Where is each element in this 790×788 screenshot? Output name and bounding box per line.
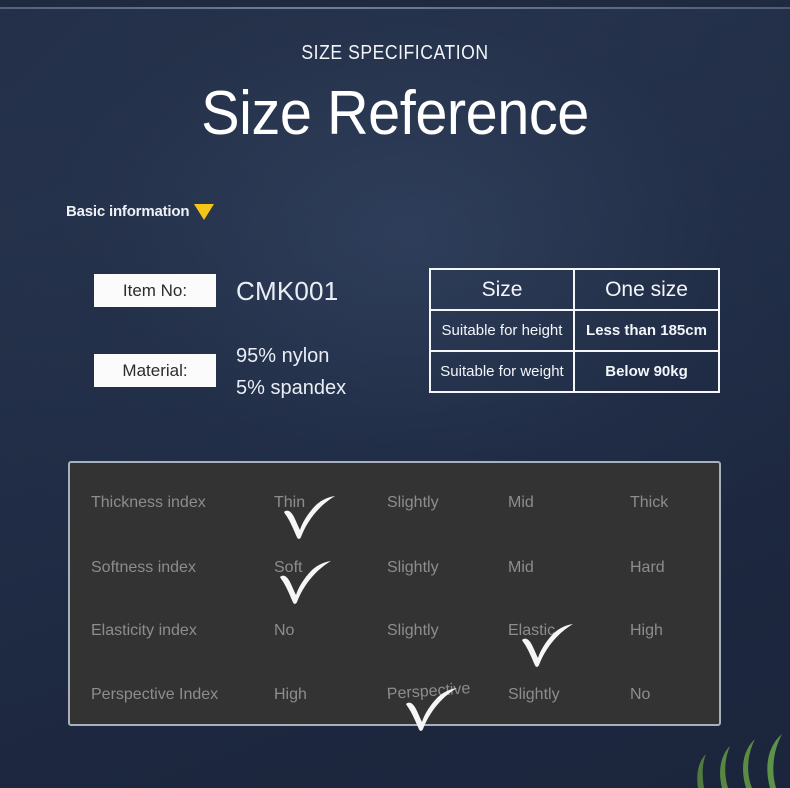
index-option-slightly[interactable]: Slightly [387,559,439,577]
size-table-cell-value: Less than 185cm [573,309,720,352]
size-table-cell-label: Suitable for weight [429,350,575,393]
index-option-thin[interactable]: Thin [274,494,305,512]
index-option-slightly[interactable]: Slightly [387,494,439,512]
size-table: Size One size Suitable for height Less t… [429,268,720,393]
top-bar-background [0,0,790,7]
index-option-thick[interactable]: Thick [630,494,668,512]
triangle-down-icon [194,204,215,220]
index-row-perspective: Perspective Index High Perspective Sligh… [70,668,719,731]
index-option-hard[interactable]: Hard [630,559,665,577]
size-table-cell-value: Below 90kg [573,350,720,393]
index-option-soft[interactable]: Soft [274,559,302,577]
top-divider [0,7,790,9]
index-option-mid[interactable]: Mid [508,559,534,577]
index-panel: Thickness index Thin Slightly Mid Thick … [68,461,721,731]
index-row-label: Perspective Index [91,686,219,703]
index-row-label: Elasticity index [91,622,197,639]
size-reference-page: SIZE SPECIFICATION Size Reference Basic … [0,0,790,788]
index-option-no[interactable]: No [274,622,294,640]
size-table-body: Size One size Suitable for height Less t… [429,268,720,393]
size-table-cell-label: Size [429,268,575,311]
table-row: Suitable for weight Below 90kg [429,350,720,393]
material-value-line-2: 5% spandex [236,377,347,399]
index-option-high[interactable]: High [274,686,307,704]
page-title: Size Reference [201,79,589,148]
size-table-cell-value: One size [573,268,720,311]
index-row-label: Thickness index [91,494,206,511]
table-row: Suitable for height Less than 185cm [429,309,720,352]
material-value-line-1: 95% nylon [236,345,330,367]
index-option-slightly[interactable]: Slightly [387,622,439,640]
section-heading: Basic information [66,202,215,220]
section-heading-label: Basic information [66,202,190,220]
size-table-cell-label: Suitable for height [429,309,575,352]
index-option-mid[interactable]: Mid [508,494,534,512]
index-row-elasticity: Elasticity index No Slightly Elastic Hig… [70,604,719,667]
index-row-softness: Softness index Soft Slightly Mid Hard [70,541,719,604]
item-no-value: CMK001 [236,276,339,306]
index-row-thickness: Thickness index Thin Slightly Mid Thick [70,476,719,539]
page-kicker: SIZE SPECIFICATION [301,42,489,64]
index-option-high[interactable]: High [630,622,663,640]
material-label: Material: [94,354,216,387]
index-option-perspective[interactable]: Perspective [386,680,471,704]
item-no-label: Item No: [94,274,216,307]
table-row: Size One size [429,268,720,311]
index-option-no[interactable]: No [630,686,650,704]
index-option-slightly[interactable]: Slightly [508,686,560,704]
index-option-elastic[interactable]: Elastic [508,622,555,640]
index-row-label: Softness index [91,559,196,576]
